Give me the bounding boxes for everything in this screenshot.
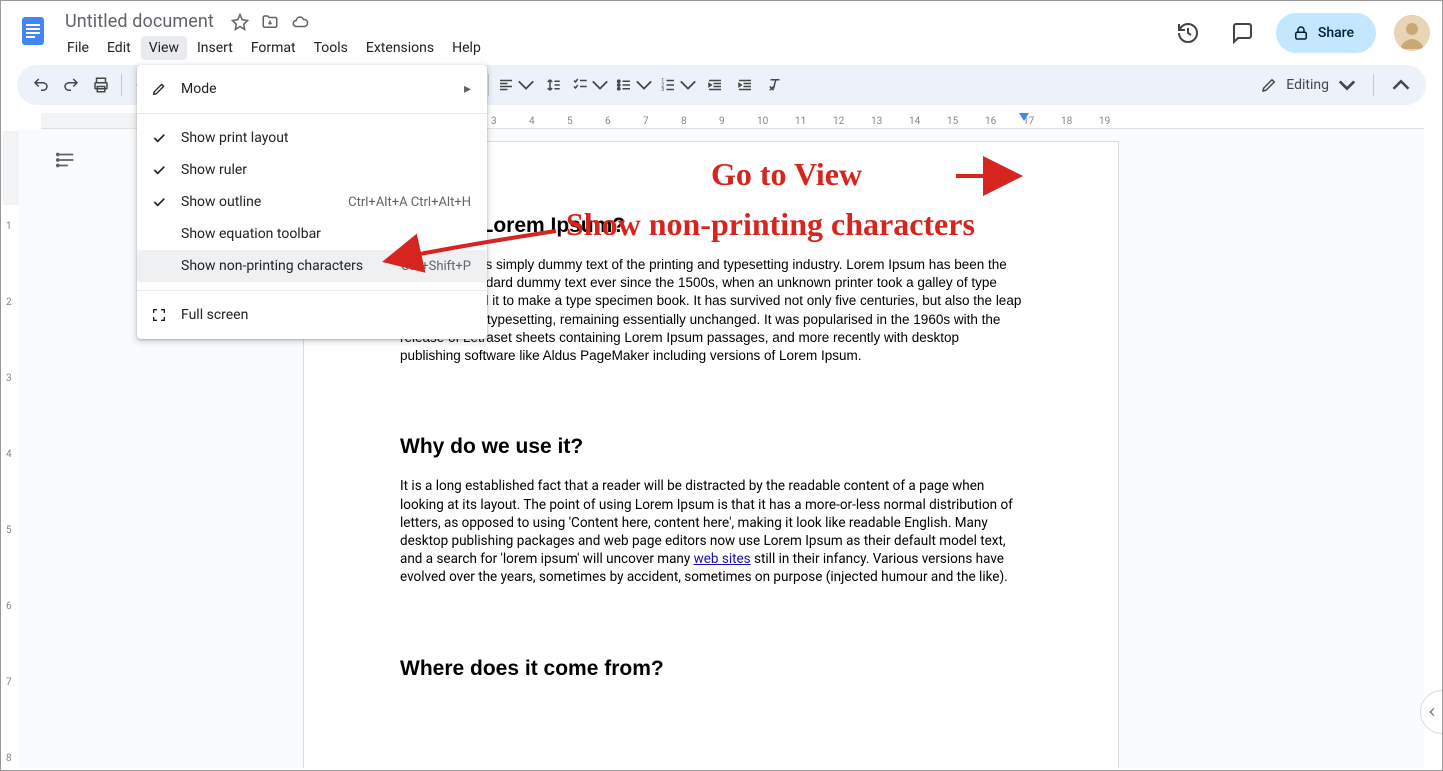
view-menu-item[interactable]: Show print layout — [137, 122, 487, 154]
cloud-status-icon[interactable] — [290, 12, 310, 32]
link[interactable]: web sites — [694, 551, 751, 567]
print-button[interactable] — [87, 71, 115, 99]
heading[interactable]: Where does it come from? — [400, 657, 1022, 681]
toolbar-separator — [121, 74, 122, 96]
toolbar-separator — [1373, 74, 1374, 96]
svg-text:3: 3 — [661, 87, 664, 93]
increase-indent-button[interactable] — [731, 71, 759, 99]
undo-button[interactable] — [27, 71, 55, 99]
clear-formatting-button[interactable] — [761, 71, 789, 99]
history-icon[interactable] — [1168, 13, 1208, 53]
view-menu-item[interactable]: Show equation toolbar — [137, 218, 487, 250]
view-menu-item[interactable]: Mode▸ — [137, 73, 487, 105]
view-menu-item[interactable]: Full screen — [137, 299, 487, 331]
heading[interactable]: Why do we use it? — [400, 435, 1022, 459]
bulleted-list-button[interactable] — [613, 71, 655, 99]
menu-help[interactable]: Help — [444, 36, 489, 60]
menu-tools[interactable]: Tools — [306, 36, 356, 60]
menu-view[interactable]: View — [141, 36, 187, 60]
document-title[interactable]: Untitled document — [59, 9, 220, 34]
redo-button[interactable] — [57, 71, 85, 99]
menu-extensions[interactable]: Extensions — [358, 36, 442, 60]
account-avatar[interactable] — [1394, 15, 1430, 51]
share-button[interactable]: Share — [1276, 13, 1376, 53]
view-menu-item[interactable]: Show outlineCtrl+Alt+A Ctrl+Alt+H — [137, 186, 487, 218]
view-menu-item[interactable]: Show ruler — [137, 154, 487, 186]
vertical-ruler[interactable]: 12345678 — [3, 131, 19, 768]
menu-file[interactable]: File — [59, 36, 97, 60]
docs-logo[interactable] — [13, 11, 53, 51]
editing-mode-button[interactable]: Editing — [1250, 70, 1367, 100]
collapse-toolbar-button[interactable] — [1386, 70, 1416, 100]
paragraph[interactable]: Lorem Ipsum is simply dummy text of the … — [400, 256, 1022, 365]
align-button[interactable] — [495, 71, 537, 99]
star-icon[interactable] — [230, 12, 250, 32]
chevron-down-icon — [1337, 76, 1357, 94]
paragraph[interactable]: It is a long established fact that a rea… — [400, 477, 1022, 586]
share-label: Share — [1318, 25, 1354, 41]
show-outline-button[interactable] — [49, 143, 83, 177]
line-spacing-button[interactable] — [539, 71, 567, 99]
heading[interactable]: What is Lorem Ipsum? — [400, 214, 1022, 238]
checklist-button[interactable] — [569, 71, 611, 99]
move-folder-icon[interactable] — [260, 12, 280, 32]
title-bar: Untitled document FileEditViewInsertForm… — [1, 1, 1442, 65]
view-menu-dropdown: Mode▸ Show print layoutShow rulerShow out… — [137, 65, 487, 339]
decrease-indent-button[interactable] — [701, 71, 729, 99]
view-menu-item[interactable]: Show non-printing charactersCtrl+Shift+P — [137, 250, 487, 282]
numbered-list-button[interactable]: 123 — [657, 71, 699, 99]
comments-icon[interactable] — [1222, 13, 1262, 53]
toolbar-separator — [488, 74, 489, 96]
menu-bar: FileEditViewInsertFormatToolsExtensionsH… — [59, 36, 489, 60]
menu-format[interactable]: Format — [243, 36, 304, 60]
menu-edit[interactable]: Edit — [99, 36, 139, 60]
editing-mode-label: Editing — [1286, 77, 1329, 93]
menu-insert[interactable]: Insert — [189, 36, 241, 60]
right-indent-marker[interactable] — [1019, 113, 1029, 121]
